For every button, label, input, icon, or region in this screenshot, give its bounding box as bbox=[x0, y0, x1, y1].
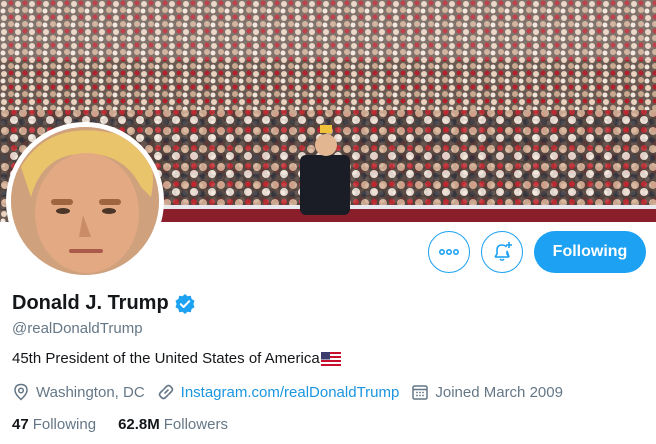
profile-stats: 47 Following 62.8M Followers bbox=[12, 416, 250, 433]
followers-count-link[interactable]: 62.8M Followers bbox=[118, 416, 228, 433]
user-handle: @realDonaldTrump bbox=[12, 320, 143, 337]
us-flag-emoji bbox=[320, 351, 341, 366]
avatar-photo bbox=[11, 127, 159, 275]
following-count-link[interactable]: 47 Following bbox=[12, 416, 96, 433]
profile-avatar[interactable] bbox=[6, 122, 164, 280]
verified-badge-icon bbox=[174, 293, 196, 315]
location-pin-icon bbox=[14, 383, 28, 401]
profile-actions: Following bbox=[428, 231, 646, 273]
name-row: Donald J. Trump bbox=[12, 292, 196, 315]
following-button[interactable]: Following bbox=[534, 231, 646, 273]
profile-meta: Washington, DC Instagram.com/realDonaldT… bbox=[12, 383, 575, 401]
website: Instagram.com/realDonaldTrump bbox=[157, 383, 400, 401]
link-icon bbox=[158, 384, 173, 400]
bio-text: 45th President of the United States of A… bbox=[12, 350, 320, 367]
followers-label: Followers bbox=[163, 416, 228, 433]
join-date: Joined March 2009 bbox=[411, 383, 563, 401]
join-date-text: Joined March 2009 bbox=[435, 383, 563, 401]
bio: 45th President of the United States of A… bbox=[12, 350, 341, 367]
display-name: Donald J. Trump bbox=[12, 292, 169, 314]
website-link[interactable]: Instagram.com/realDonaldTrump bbox=[181, 384, 400, 401]
following-count: 47 bbox=[12, 416, 29, 433]
notifications-button[interactable] bbox=[481, 231, 523, 273]
calendar-icon bbox=[412, 385, 429, 400]
location: Washington, DC bbox=[12, 383, 145, 401]
more-icon bbox=[439, 249, 459, 255]
followers-count: 62.8M bbox=[118, 416, 160, 433]
more-options-button[interactable] bbox=[428, 231, 470, 273]
following-label: Following bbox=[32, 416, 97, 433]
bell-plus-icon bbox=[494, 242, 512, 262]
location-text: Washington, DC bbox=[36, 383, 145, 401]
